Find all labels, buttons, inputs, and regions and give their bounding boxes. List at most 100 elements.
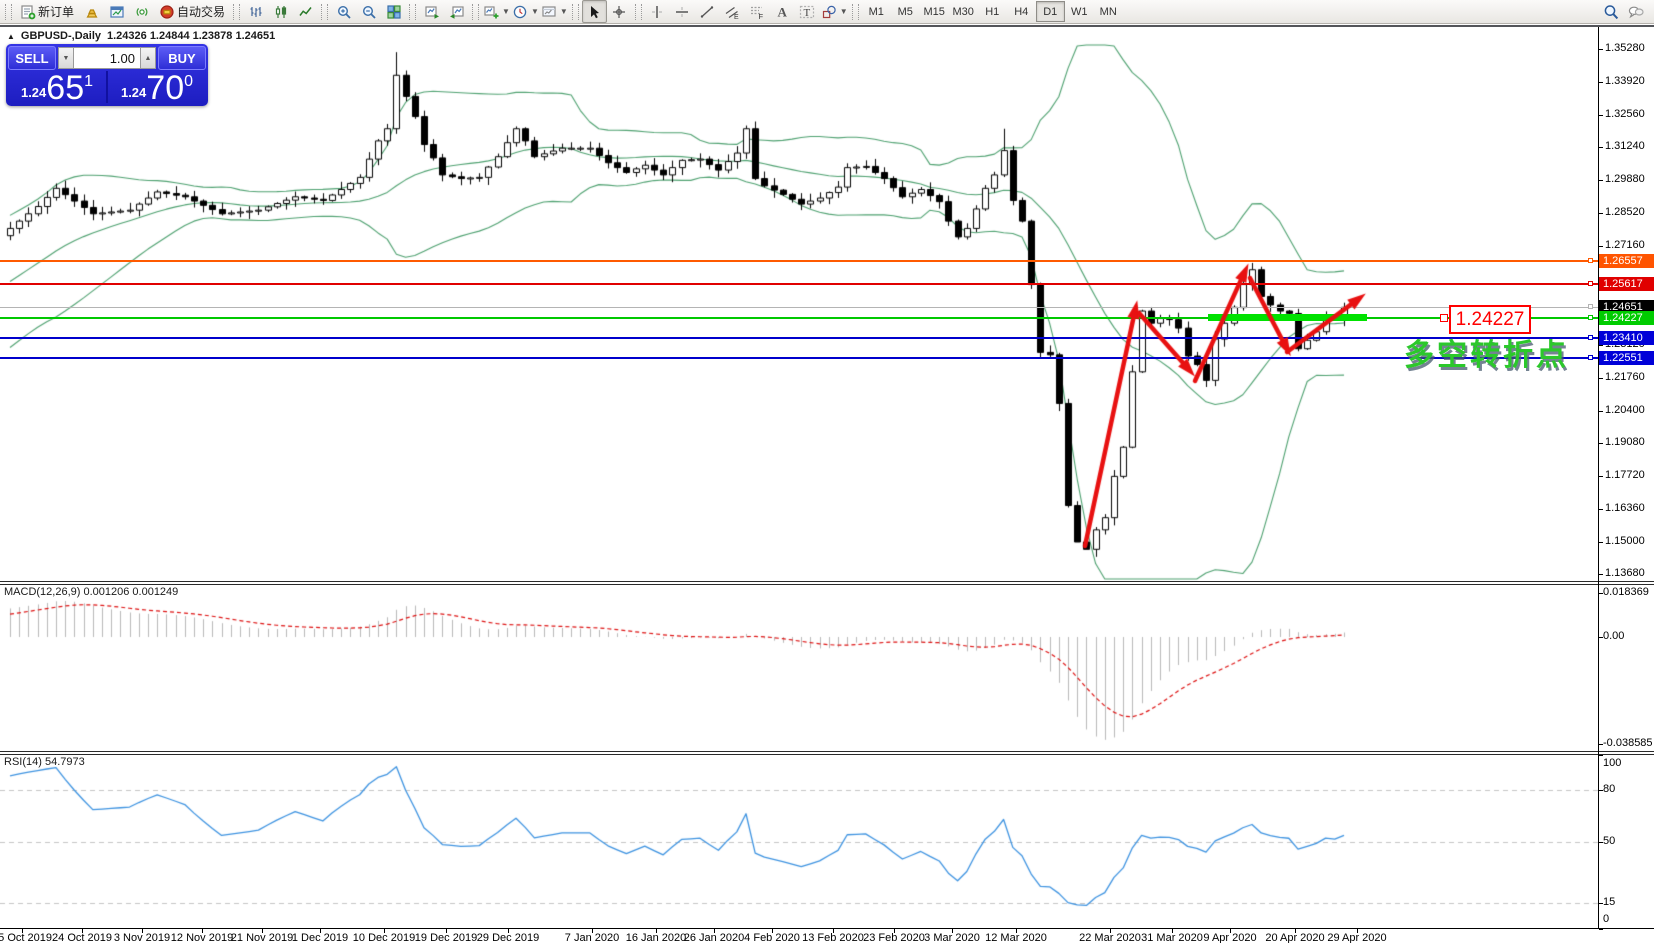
bar-chart-button[interactable] [243,0,268,23]
template-icon [541,4,557,20]
zoom-out-icon [361,4,377,20]
timeframe-h1-button[interactable]: H1 [978,1,1007,22]
channel-icon: E [724,4,740,20]
horizontal-line-button[interactable] [670,0,695,23]
trendline-button[interactable] [695,0,720,23]
signal-button[interactable] [129,0,154,23]
trendline-icon [699,4,715,20]
gold-ingot-button[interactable] [79,0,104,23]
buy-button[interactable]: BUY [158,46,206,70]
vertical-line-icon [649,4,665,20]
label-icon: T [799,4,815,20]
ohlc-values: 1.24326 1.24844 1.23878 1.24651 [107,30,275,42]
shapes-button[interactable]: ▼ [820,0,849,23]
timeframe-m30-button[interactable]: M30 [949,1,978,22]
vertical-line-button[interactable] [645,0,670,23]
level-price-label: 1.22551 [1599,351,1654,365]
toolbar-grip[interactable] [572,4,579,20]
zoom-in-button[interactable] [331,0,356,23]
zoom-out-button[interactable] [356,0,381,23]
crosshair-icon [611,4,627,20]
channel-button[interactable]: E [720,0,745,23]
timeframe-m5-button[interactable]: M5 [891,1,920,22]
level-price-label: 1.26557 [1599,254,1654,268]
sell-price-sup: 1 [84,73,93,91]
signal-icon [134,4,150,20]
svg-text:A: A [778,4,788,19]
buy-price-prefix: 1.24 [121,85,146,100]
chart-area: ▲ GBPUSD-,Daily 1.24326 1.24844 1.23878 … [0,27,1654,943]
tile-windows-button[interactable] [381,0,406,23]
cursor-icon [586,4,602,20]
period-icon [512,4,528,20]
sell-price-big: 65 [46,75,84,103]
candlestick-chart-button[interactable] [268,0,293,23]
chevron-down-icon[interactable]: ▼ [531,7,539,16]
buy-price-display[interactable]: 1.24 70 0 [108,71,206,103]
volume-increase-button[interactable]: ▲ [140,47,156,69]
search-button[interactable] [1598,0,1623,23]
macd-header: MACD(12,26,9) 0.001206 0.001249 [4,586,178,598]
new-chart-icon [483,4,499,20]
template-button[interactable]: ▼ [540,0,569,23]
timeframe-w1-button[interactable]: W1 [1065,1,1094,22]
cursor-button[interactable] [582,0,607,23]
mt4-window: 新订单 自动交易 ▼ ▼ ▼ E FA T ▼ M1M5M15M30H1H4D1W1MN ▲ GB… [0,0,1654,943]
toolbar-grip[interactable] [233,4,240,20]
sell-button[interactable]: SELL [8,46,56,70]
chart-back-icon [449,4,465,20]
toolbar: 新订单 自动交易 ▼ ▼ ▼ E FA T ▼ M1M5M15M30H1H4D1W1MN [0,0,1654,24]
symbol-header: ▲ GBPUSD-,Daily 1.24326 1.24844 1.23878 … [7,30,275,42]
svg-text:T: T [804,7,811,19]
text-button[interactable]: A [770,0,795,23]
crosshair-button[interactable] [607,0,632,23]
horizontal-line-icon [674,4,690,20]
timeframe-d1-button[interactable]: D1 [1036,1,1065,22]
chevron-down-icon[interactable]: ▼ [502,7,510,16]
chevron-down-icon[interactable]: ▼ [560,7,568,16]
autotrade-button[interactable]: 自动交易 [154,0,230,23]
label-button[interactable]: T [795,0,820,23]
collapse-panel-icon[interactable]: ▲ [7,32,15,41]
sell-price-prefix: 1.24 [21,85,46,100]
toolbar-button-label: 新订单 [38,3,74,20]
candlestick-chart-icon [273,4,289,20]
toolbar-grip[interactable] [852,4,859,20]
timeframe-h4-button[interactable]: H4 [1007,1,1036,22]
toolbar-grip[interactable] [5,4,12,20]
period-button[interactable]: ▼ [511,0,540,23]
volume-decrease-button[interactable]: ▼ [58,47,74,69]
fibonacci-icon: F [749,4,765,20]
chart-forward-button[interactable] [419,0,444,23]
level-price-label: 1.24227 [1599,311,1654,325]
new-chart-button[interactable]: ▼ [482,0,511,23]
fibonacci-button[interactable]: F [745,0,770,23]
arrow-overlay-canvas [0,27,1654,943]
callout-connector-square [1440,314,1448,322]
chart-forward-icon [424,4,440,20]
chat-icon [1628,4,1644,20]
sell-price-display[interactable]: 1.24 65 1 [8,71,106,103]
new-order-button[interactable]: 新订单 [15,0,79,23]
level-price-label: 1.23410 [1599,331,1654,345]
chevron-down-icon[interactable]: ▼ [840,7,848,16]
svg-text:E: E [734,14,739,20]
market-watch-button[interactable] [104,0,129,23]
toolbar-button-label: 自动交易 [177,3,225,20]
volume-input[interactable]: 1.00 [74,47,140,69]
toolbar-grip[interactable] [409,4,416,20]
search-icon [1603,4,1619,20]
turning-point-annotation[interactable]: 多空转折点 [1404,330,1569,374]
timeframe-m1-button[interactable]: M1 [862,1,891,22]
line-chart-button[interactable] [293,0,318,23]
toolbar-grip[interactable] [635,4,642,20]
toolbar-grip[interactable] [321,4,328,20]
chat-button[interactable] [1623,0,1648,23]
rsi-header: RSI(14) 54.7973 [4,756,85,768]
timeframe-mn-button[interactable]: MN [1094,1,1123,22]
timeframe-m15-button[interactable]: M15 [920,1,949,22]
bar-chart-icon [248,4,264,20]
line-chart-icon [298,4,314,20]
toolbar-grip[interactable] [472,4,479,20]
chart-back-button[interactable] [444,0,469,23]
